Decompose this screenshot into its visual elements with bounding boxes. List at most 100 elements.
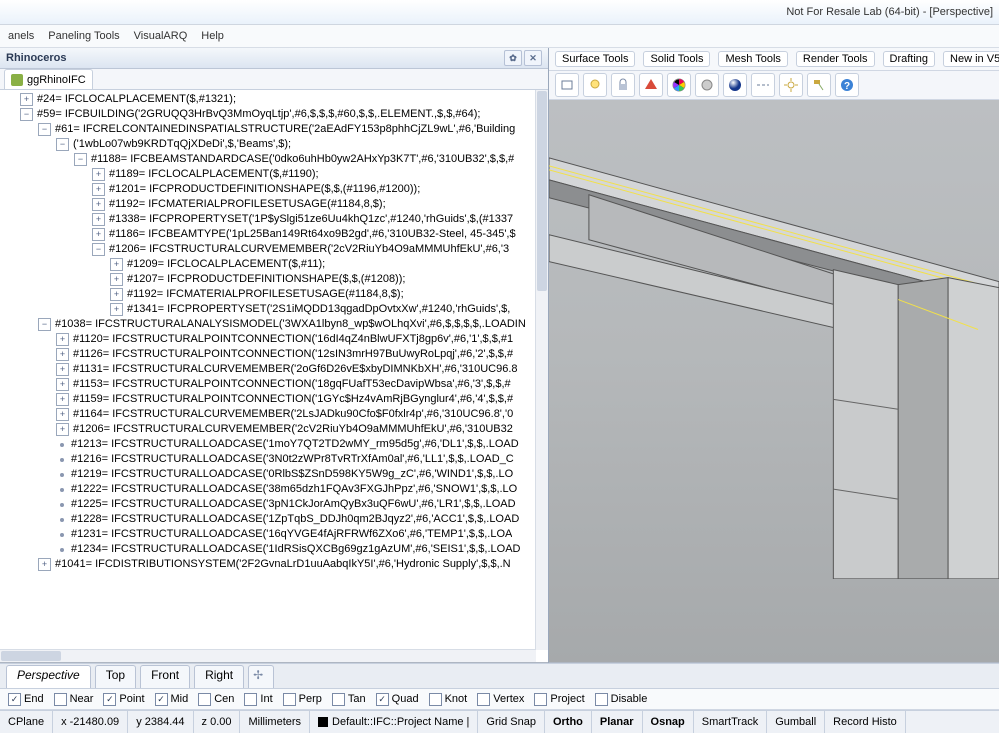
collapse-icon[interactable]: − (38, 123, 51, 136)
tree-row[interactable]: +#1192= IFCMATERIALPROFILESETUSAGE(#1184… (2, 197, 536, 212)
viewtab-top[interactable]: Top (95, 665, 136, 688)
tooltab-mesh-tools[interactable]: Mesh Tools (718, 51, 787, 67)
expand-icon[interactable]: + (92, 183, 105, 196)
lock-icon[interactable] (611, 73, 635, 97)
status-x[interactable]: x -21480.09 (53, 711, 128, 733)
collapse-icon[interactable]: − (74, 153, 87, 166)
tree-row[interactable]: +#1338= IFCPROPERTYSET('1P$ySlgi51ze6Uu4… (2, 212, 536, 227)
tooltab-surface-tools[interactable]: Surface Tools (555, 51, 635, 67)
tool-tabs[interactable]: Surface ToolsSolid ToolsMesh ToolsRender… (549, 48, 999, 71)
layer-icon[interactable] (555, 73, 579, 97)
expand-icon[interactable]: + (110, 273, 123, 286)
tree-row[interactable]: +#1153= IFCSTRUCTURALPOINTCONNECTION('18… (2, 377, 536, 392)
tree-row[interactable]: −#59= IFCBUILDING('2GRUQQ3HrBvQ3MmOyqLtj… (2, 107, 536, 122)
ifc-tree[interactable]: +#24= IFCLOCALPLACEMENT($,#1321);−#59= I… (0, 90, 536, 650)
osnap-vertex[interactable]: Vertex (477, 693, 524, 706)
expand-icon[interactable]: + (20, 93, 33, 106)
viewtab-right[interactable]: Right (194, 665, 244, 688)
settings-icon[interactable] (779, 73, 803, 97)
status-grid-snap[interactable]: Grid Snap (478, 711, 545, 733)
expand-icon[interactable]: + (56, 378, 69, 391)
vertical-scrollbar[interactable] (535, 90, 548, 650)
collapse-icon[interactable]: − (92, 243, 105, 256)
osnap-mid[interactable]: ✓Mid (155, 693, 189, 706)
expand-icon[interactable]: + (92, 213, 105, 226)
collapse-icon[interactable]: − (38, 318, 51, 331)
osnap-point[interactable]: ✓Point (103, 693, 144, 706)
tree-row[interactable]: +#1209= IFCLOCALPLACEMENT($,#11); (2, 257, 536, 272)
tree-row[interactable]: #1222= IFCSTRUCTURALLOADCASE('38m65dzh1F… (2, 482, 536, 497)
viewport-tabs[interactable]: PerspectiveTopFrontRight✢ (0, 663, 999, 689)
hammer-icon[interactable] (807, 73, 831, 97)
osnap-tan[interactable]: Tan (332, 693, 366, 706)
menu-help[interactable]: Help (201, 30, 224, 42)
toolbar-icons[interactable]: ? (549, 71, 999, 100)
tree-row[interactable]: +#1126= IFCSTRUCTURALPOINTCONNECTION('12… (2, 347, 536, 362)
expand-icon[interactable]: + (92, 198, 105, 211)
tree-row[interactable]: −('1wbLo07wb9KRDTqQjXDeDi',$,'Beams',$); (2, 137, 536, 152)
osnap-near[interactable]: Near (54, 693, 94, 706)
expand-icon[interactable]: + (38, 558, 51, 571)
status-y[interactable]: y 2384.44 (128, 711, 193, 733)
expand-icon[interactable]: + (56, 363, 69, 376)
tree-row[interactable]: −#1206= IFCSTRUCTURALCURVEMEMBER('2cV2Ri… (2, 242, 536, 257)
panel-gear-icon[interactable]: ✿ (504, 50, 522, 66)
osnap-cen[interactable]: Cen (198, 693, 234, 706)
tree-row[interactable]: +#1159= IFCSTRUCTURALPOINTCONNECTION('1G… (2, 392, 536, 407)
tooltab-render-tools[interactable]: Render Tools (796, 51, 875, 67)
menu-anels[interactable]: anels (8, 30, 34, 42)
tree-row[interactable]: #1213= IFCSTRUCTURALLOADCASE('1moY7QT2TD… (2, 437, 536, 452)
material-icon[interactable] (695, 73, 719, 97)
osnap-bar[interactable]: ✓End Near ✓Point ✓Mid Cen Int Perp Tan ✓Quad Knot… (0, 689, 999, 710)
tree-row[interactable]: +#1201= IFCPRODUCTDEFINITIONSHAPE($,$,(#… (2, 182, 536, 197)
tree-row[interactable]: #1228= IFCSTRUCTURALLOADCASE('1ZpTqbS_DD… (2, 512, 536, 527)
tree-row[interactable]: +#1120= IFCSTRUCTURALPOINTCONNECTION('16… (2, 332, 536, 347)
osnap-int[interactable]: Int (244, 693, 272, 706)
viewtab-add[interactable]: ✢ (248, 665, 274, 688)
menu-bar[interactable]: anels Paneling Tools VisualARQ Help (0, 25, 999, 48)
status-z[interactable]: z 0.00 (194, 711, 241, 733)
osnap-knot[interactable]: Knot (429, 693, 468, 706)
tree-row[interactable]: −#61= IFCRELCONTAINEDINSPATIALSTRUCTURE(… (2, 122, 536, 137)
panel-tab-ggrhinoifc[interactable]: ggRhinoIFC (4, 69, 93, 89)
lightbulb-icon[interactable] (583, 73, 607, 97)
status-ortho[interactable]: Ortho (545, 711, 592, 733)
status-cplane[interactable]: CPlane (0, 711, 53, 733)
horizontal-scrollbar[interactable] (0, 649, 536, 662)
tree-row[interactable]: +#1341= IFCPROPERTYSET('2S1iMQDD13qgadDp… (2, 302, 536, 317)
tree-row[interactable]: +#1041= IFCDISTRIBUTIONSYSTEM('2F2GvnaLr… (2, 557, 536, 572)
osnap-project[interactable]: Project (534, 693, 584, 706)
osnap-end[interactable]: ✓End (8, 693, 44, 706)
linetype-icon[interactable] (751, 73, 775, 97)
expand-icon[interactable]: + (56, 393, 69, 406)
expand-icon[interactable]: + (56, 423, 69, 436)
menu-paneling-tools[interactable]: Paneling Tools (48, 30, 119, 42)
expand-icon[interactable]: + (110, 303, 123, 316)
status-record-histo[interactable]: Record Histo (825, 711, 906, 733)
palette-red-icon[interactable] (639, 73, 663, 97)
tree-row[interactable]: #1234= IFCSTRUCTURALLOADCASE('1IdRSisQXC… (2, 542, 536, 557)
expand-icon[interactable]: + (56, 408, 69, 421)
osnap-disable[interactable]: Disable (595, 693, 648, 706)
expand-icon[interactable]: + (56, 333, 69, 346)
viewtab-perspective[interactable]: Perspective (6, 665, 91, 688)
tree-row[interactable]: +#24= IFCLOCALPLACEMENT($,#1321); (2, 92, 536, 107)
tree-row[interactable]: +#1131= IFCSTRUCTURALCURVEMEMBER('2oGf6D… (2, 362, 536, 377)
osnap-perp[interactable]: Perp (283, 693, 322, 706)
status-gumball[interactable]: Gumball (767, 711, 825, 733)
tree-row[interactable]: #1225= IFCSTRUCTURALLOADCASE('3pN1CkJorA… (2, 497, 536, 512)
osnap-quad[interactable]: ✓Quad (376, 693, 419, 706)
help-icon[interactable]: ? (835, 73, 859, 97)
tree-row[interactable]: +#1186= IFCBEAMTYPE('1pL25Ban149Rt64xo9B… (2, 227, 536, 242)
expand-icon[interactable]: + (56, 348, 69, 361)
collapse-icon[interactable]: − (56, 138, 69, 151)
tree-row[interactable]: +#1164= IFCSTRUCTURALCURVEMEMBER('2LsJAD… (2, 407, 536, 422)
left-viewport-strip[interactable]: z y x (0, 662, 548, 663)
menu-visualarq[interactable]: VisualARQ (134, 30, 188, 42)
color-wheel-icon[interactable] (667, 73, 691, 97)
tree-row[interactable]: #1219= IFCSTRUCTURALLOADCASE('0RlbS$ZSnD… (2, 467, 536, 482)
tooltab-drafting[interactable]: Drafting (883, 51, 936, 67)
panel-close-icon[interactable]: ✕ (524, 50, 542, 66)
tree-row[interactable]: +#1207= IFCPRODUCTDEFINITIONSHAPE($,$,(#… (2, 272, 536, 287)
render-sphere-icon[interactable] (723, 73, 747, 97)
